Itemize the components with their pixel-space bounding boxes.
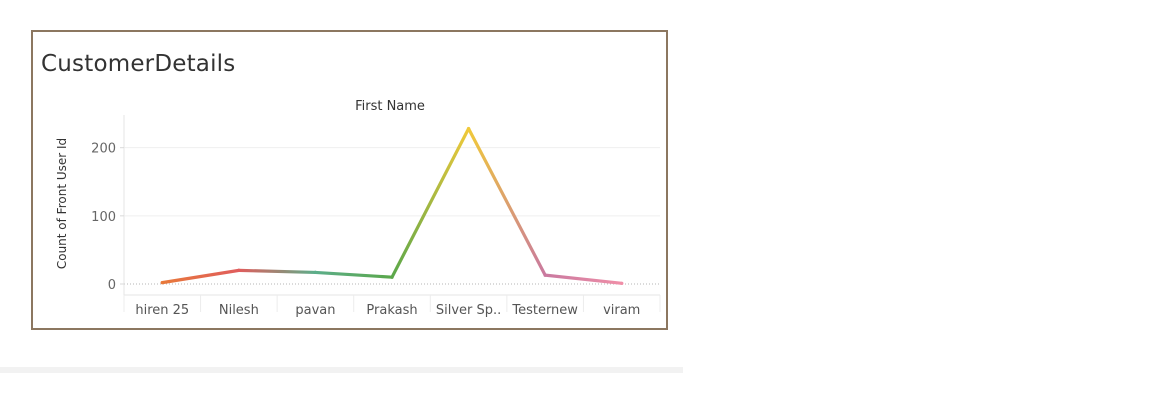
data-point — [543, 273, 547, 277]
data-point — [237, 268, 241, 272]
line-segment — [390, 126, 471, 279]
x-tick-label: Silver Sp.. — [436, 303, 501, 318]
x-tick-label: viram — [603, 303, 640, 318]
data-point — [390, 275, 394, 279]
line-segment — [543, 273, 624, 285]
line-segment — [160, 268, 241, 285]
x-tick-label: pavan — [295, 303, 335, 318]
y-axis-title: Count of Front User Id — [55, 138, 69, 269]
y-tick-label: 0 — [108, 278, 116, 293]
data-point — [160, 281, 164, 285]
data-point — [466, 126, 471, 131]
line-chart: First Name Count of Front User Id 0 100 200 h… — [55, 99, 661, 318]
data-point — [620, 281, 624, 285]
x-tick-label: Testernew — [511, 303, 578, 318]
data-point — [313, 270, 318, 275]
line-segment — [237, 268, 318, 275]
y-tick-label: 200 — [91, 142, 116, 157]
footer-divider — [0, 367, 683, 373]
x-tick-label: Nilesh — [219, 303, 259, 318]
line-segment — [466, 126, 547, 277]
y-tick-label: 100 — [91, 210, 116, 225]
x-tick-label: Prakash — [366, 303, 417, 318]
x-tick-label: hiren 25 — [135, 303, 189, 318]
column-header: First Name — [355, 99, 425, 114]
chart-card: CustomerDetails First Name Count of Front… — [31, 30, 668, 330]
line-segment — [313, 270, 394, 279]
